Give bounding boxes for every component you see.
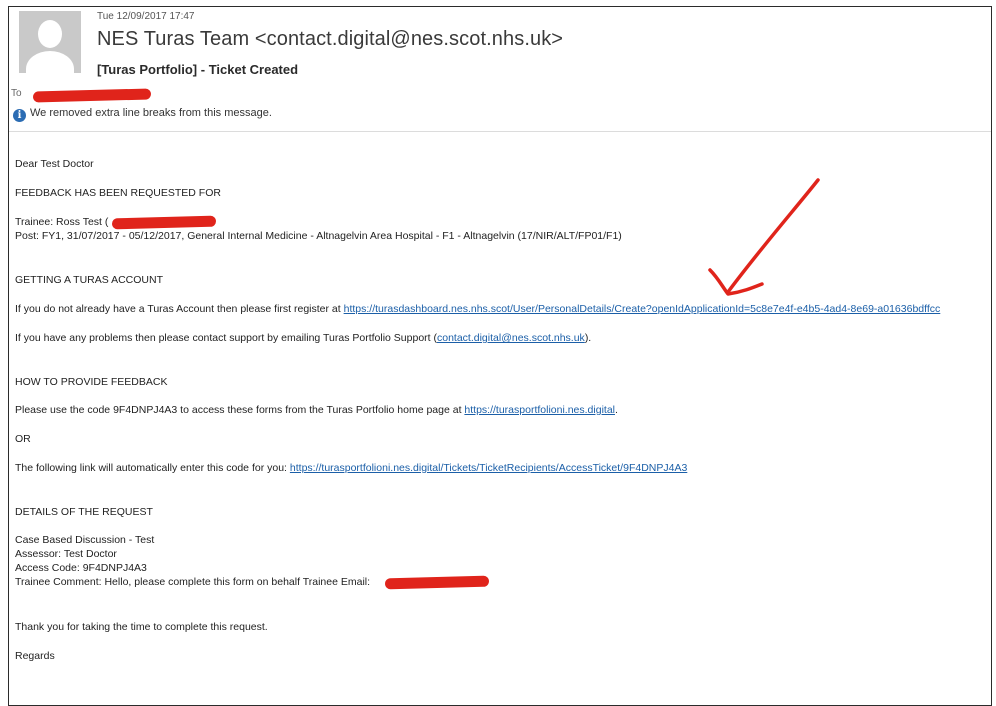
thanks-line: Thank you for taking the time to complet… — [15, 621, 268, 633]
annotation-arrow-icon — [708, 178, 820, 296]
avatar-body-shape — [26, 51, 74, 73]
recipient-redaction — [32, 88, 152, 103]
section-heading-feedback: FEEDBACK HAS BEEN REQUESTED FOR — [15, 187, 221, 199]
to-label: To — [11, 88, 22, 99]
auto-text: The following link will automatically en… — [15, 462, 290, 474]
register-link[interactable]: https://turasdashboard.nes.nhs.scot/User… — [344, 303, 941, 315]
section-heading-account: GETTING A TURAS ACCOUNT — [15, 274, 163, 286]
detail-comment: Trainee Comment: Hello, please complete … — [15, 576, 371, 588]
support-text: If you have any problems then please con… — [15, 332, 437, 344]
access-ticket-link[interactable]: https://turasportfolioni.nes.digital/Tic… — [290, 462, 687, 474]
code-text: Please use the code 9F4DNPJ4A3 to access… — [15, 404, 465, 416]
or-text: OR — [15, 433, 31, 445]
info-bar[interactable]: i We removed extra line breaks from this … — [13, 107, 272, 122]
recipient-row: To — [11, 86, 311, 104]
detail-assessor: Assessor: Test Doctor — [15, 548, 117, 560]
sent-date: Tue 12/09/2017 17:47 — [97, 11, 195, 22]
post-line: Post: FY1, 31/07/2017 - 05/12/2017, Gene… — [15, 230, 622, 242]
portfolio-home-link[interactable]: https://turasportfolioni.nes.digital — [464, 404, 615, 416]
avatar-head-shape — [38, 20, 62, 48]
section-heading-details: DETAILS OF THE REQUEST — [15, 506, 153, 518]
header-divider — [9, 131, 991, 132]
support-end: ). — [584, 332, 592, 344]
info-icon: i — [13, 109, 26, 122]
register-line: If you do not already have a Turas Accou… — [15, 302, 940, 316]
trainee-text: Trainee: Ross Test ( — [15, 216, 109, 228]
trainee-comment-email-redaction — [384, 575, 490, 590]
code-end: . — [615, 404, 618, 416]
info-message: We removed extra line breaks from this m… — [30, 107, 272, 119]
register-text: If you do not already have a Turas Accou… — [15, 303, 344, 315]
sender-avatar[interactable] — [19, 11, 81, 73]
sender-name[interactable]: NES Turas Team <contact.digital@nes.scot… — [97, 28, 563, 51]
regards-line: Regards — [15, 650, 55, 662]
email-subject: [Turas Portfolio] - Ticket Created — [97, 62, 299, 77]
support-line: If you have any problems then please con… — [15, 331, 591, 345]
support-email-link[interactable]: contact.digital@nes.scot.nhs.uk — [437, 332, 585, 344]
trainee-line: Trainee: Ross Test ( — [15, 215, 108, 229]
section-heading-feedback-how: HOW TO PROVIDE FEEDBACK — [15, 376, 168, 388]
detail-access-code: Access Code: 9F4DNPJ4A3 — [15, 562, 147, 574]
email-header: Tue 12/09/2017 17:47 NES Turas Team <con… — [9, 7, 991, 132]
code-line: Please use the code 9F4DNPJ4A3 to access… — [15, 403, 618, 417]
greeting: Dear Test Doctor — [15, 158, 94, 170]
email-reading-pane: Tue 12/09/2017 17:47 NES Turas Team <con… — [8, 6, 992, 706]
trainee-email-redaction — [111, 215, 217, 230]
detail-type: Case Based Discussion - Test — [15, 534, 155, 546]
auto-link-line: The following link will automatically en… — [15, 461, 687, 475]
